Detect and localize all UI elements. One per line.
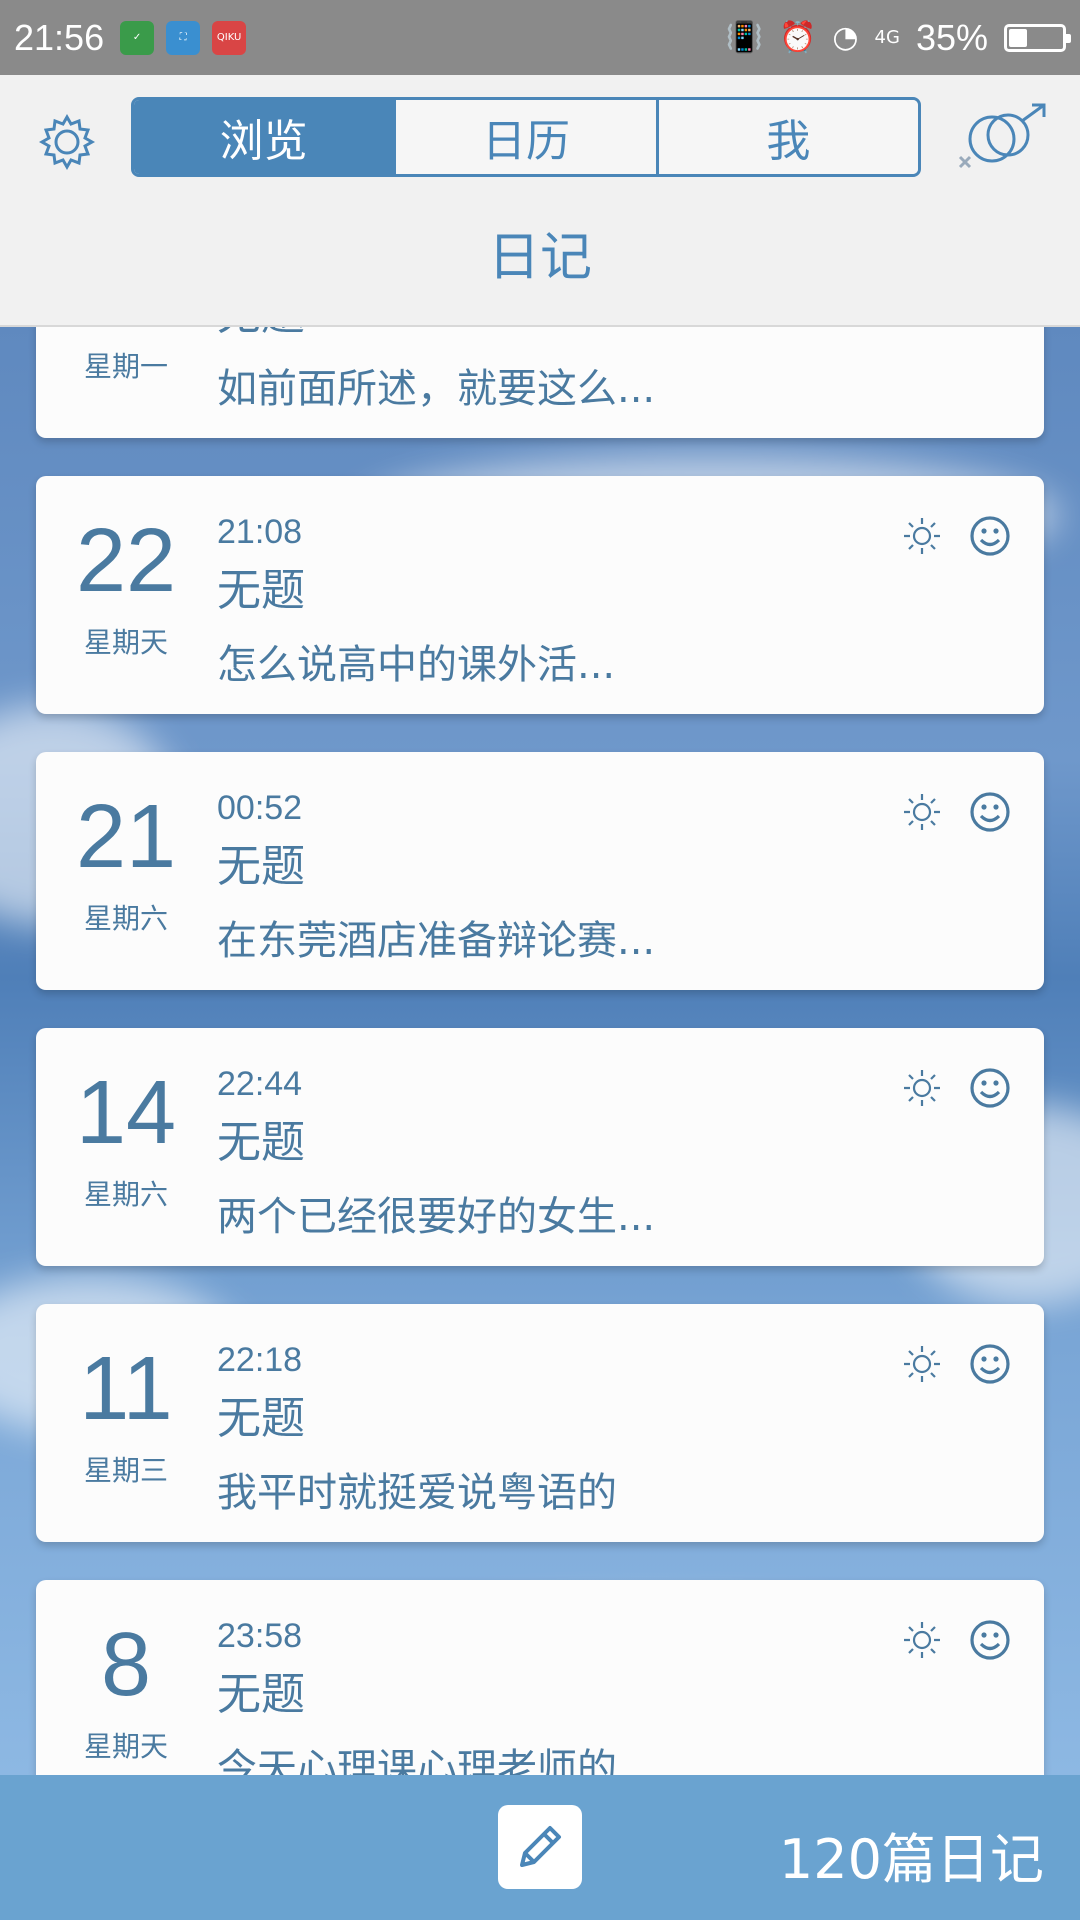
entry-time: 21:08 <box>217 513 303 551</box>
diary-entry-card[interactable]: 14 星期六 22:44 无题两个已经很要好的女生... <box>36 1028 1044 1266</box>
new-entry-button[interactable] <box>498 1805 582 1889</box>
entry-snippet: 今天心理课心理老师的... <box>217 1746 656 1775</box>
diary-entry-card[interactable]: 11 星期三 22:18 无题我平时就挺爱说粤语的 <box>36 1304 1044 1542</box>
diary-entry-card[interactable]: 23星期一无题如前面所述，就要这么... <box>36 325 1044 438</box>
entry-snippet: 怎么说高中的课外活... <box>217 642 616 688</box>
entry-title: 无题 <box>217 1393 305 1444</box>
entry-time: 22:18 <box>217 1341 303 1379</box>
mood-smile-icon <box>968 790 1012 834</box>
tab-0[interactable]: 浏览 <box>134 100 394 174</box>
page-title: 日记 <box>487 228 592 288</box>
mood-smile-icon <box>968 514 1012 558</box>
entry-time: 00:52 <box>217 789 303 827</box>
entry-title: 无题 <box>217 1669 305 1720</box>
scan-app-icon: ⛶ <box>166 20 201 55</box>
status-bar: 21:56 ✓ ⛶ QIKU 📳 ⏰ ◔ 4G 35% <box>0 0 1080 75</box>
diary-entry-card[interactable]: 8 星期天 23:58 无题今天心理课心理老师的... <box>36 1580 1044 1775</box>
qiku-app-icon: QIKU <box>212 20 247 55</box>
entry-weekday: 星期六 <box>83 1178 168 1211</box>
view-segmented-control: 浏览 日历我 <box>131 97 921 177</box>
app-header: 浏览 日历我 日记 <box>0 75 1080 327</box>
weather-sun-icon <box>900 790 944 834</box>
weather-sun-icon <box>900 1342 944 1386</box>
shield-app-icon: ✓ <box>120 20 155 55</box>
entry-weekday: 星期三 <box>83 1454 168 1487</box>
entry-day: 21 <box>75 787 177 887</box>
diary-list-area[interactable]: 23星期一无题如前面所述，就要这么...22星期天21:08无题怎么说高中的课外… <box>0 325 1080 1775</box>
alarm-icon: ⏰ <box>778 20 817 55</box>
entry-day: 8 <box>100 1615 152 1715</box>
entry-weekday: 星期一 <box>83 350 168 383</box>
entry-time: 22:44 <box>217 1065 303 1103</box>
tab-2[interactable]: 我 <box>655 100 918 174</box>
entry-day: 22 <box>75 511 177 611</box>
entry-weekday: 星期天 <box>83 1730 168 1763</box>
entry-count: 120篇日记 <box>778 1828 1044 1891</box>
diary-entry-card[interactable]: 21 星期六 00:52 无题在东莞酒店准备辩论赛... <box>36 752 1044 990</box>
entry-title: 无题 <box>217 565 305 616</box>
weather-sun-icon <box>900 514 944 558</box>
weather-sun-icon <box>900 1618 944 1662</box>
mood-smile-icon <box>968 1618 1012 1662</box>
battery-percent: 35% <box>915 16 988 58</box>
entry-day: 14 <box>75 1063 177 1163</box>
tab-1[interactable]: 日历 <box>393 100 656 174</box>
signal-icon: 4G <box>874 27 900 48</box>
mood-smile-icon <box>968 1066 1012 1110</box>
battery-icon <box>1004 23 1071 52</box>
weather-sun-icon <box>900 1066 944 1110</box>
entry-time: 23:58 <box>217 1617 303 1655</box>
entry-snippet: 我平时就挺爱说粤语的 <box>217 1470 617 1516</box>
wifi-icon: ◔ <box>832 20 859 55</box>
entry-title: 无题 <box>217 325 305 342</box>
bottom-bar: 120篇日记 <box>0 1775 1080 1920</box>
entry-weekday: 星期天 <box>83 626 168 659</box>
entry-snippet: 如前面所述，就要这么... <box>217 366 656 412</box>
gear-icon[interactable] <box>36 111 98 173</box>
pencil-icon <box>520 1826 561 1867</box>
diary-entry-card[interactable]: 22 星期天 21:08 无题怎么说高中的课外活... <box>36 476 1044 714</box>
vibrate-icon: 📳 <box>725 20 763 55</box>
status-time: 21:56 <box>14 16 105 58</box>
entry-title: 无题 <box>217 841 305 892</box>
entry-snippet: 在东莞酒店准备辩论赛... <box>217 918 656 964</box>
mood-smile-icon <box>968 1342 1012 1386</box>
entry-weekday: 星期六 <box>83 902 168 935</box>
entry-title: 无题 <box>217 1117 305 1168</box>
entry-snippet: 两个已经很要好的女生... <box>217 1194 656 1240</box>
gender-icon[interactable] <box>956 101 1052 181</box>
entry-day: 11 <box>79 1339 173 1439</box>
